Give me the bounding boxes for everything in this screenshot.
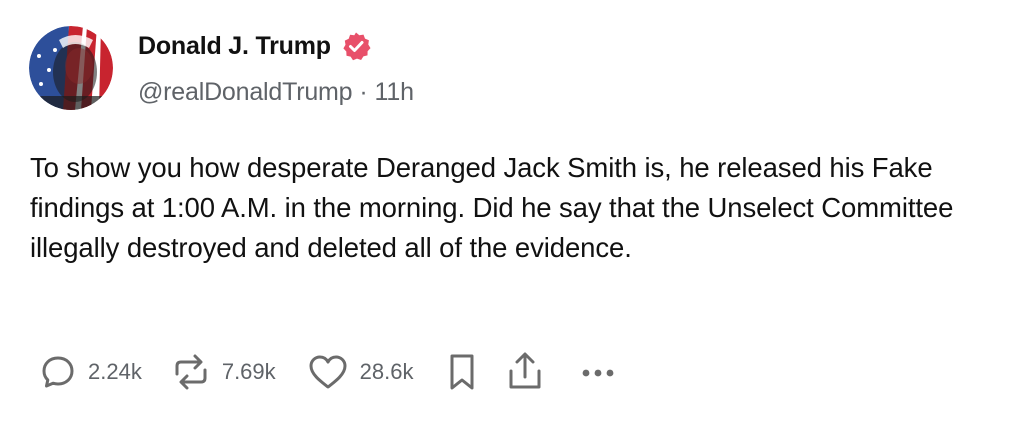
avatar-image	[29, 26, 113, 110]
more-icon	[583, 369, 614, 377]
reply-count: 2.24k	[88, 359, 142, 384]
repost-count: 7.69k	[221, 359, 276, 384]
repost-icon	[175, 354, 207, 390]
avatar[interactable]	[29, 26, 113, 110]
share-button[interactable]	[505, 351, 545, 393]
author-name-row: Donald J. Trump	[138, 30, 371, 62]
reply-icon	[42, 356, 74, 388]
meta-separator: ·	[359, 78, 368, 106]
share-icon	[509, 352, 541, 389]
repost-button[interactable]: 7.69k	[170, 352, 276, 392]
post-card: Donald J. Trump @realDonaldTrump · 11h T…	[0, 0, 1030, 432]
reply-button[interactable]: 2.24k	[38, 352, 142, 392]
bookmark-icon	[450, 354, 474, 390]
verified-badge-icon	[343, 32, 371, 61]
action-bar: 2.24k 7.69k 28.6k	[38, 348, 617, 396]
post-text: To show you how desperate Deranged Jack …	[30, 152, 954, 263]
more-options-button[interactable]	[579, 352, 617, 392]
like-button[interactable]: 28.6k	[306, 352, 414, 392]
like-count: 28.6k	[359, 359, 414, 384]
author-display-name[interactable]: Donald J. Trump	[138, 32, 331, 61]
author-handle[interactable]: @realDonaldTrump	[138, 78, 353, 107]
author-meta: @realDonaldTrump · 11h	[138, 78, 414, 107]
like-icon	[309, 355, 347, 389]
post-timestamp[interactable]: 11h	[375, 78, 414, 107]
bookmark-button[interactable]	[445, 352, 479, 392]
